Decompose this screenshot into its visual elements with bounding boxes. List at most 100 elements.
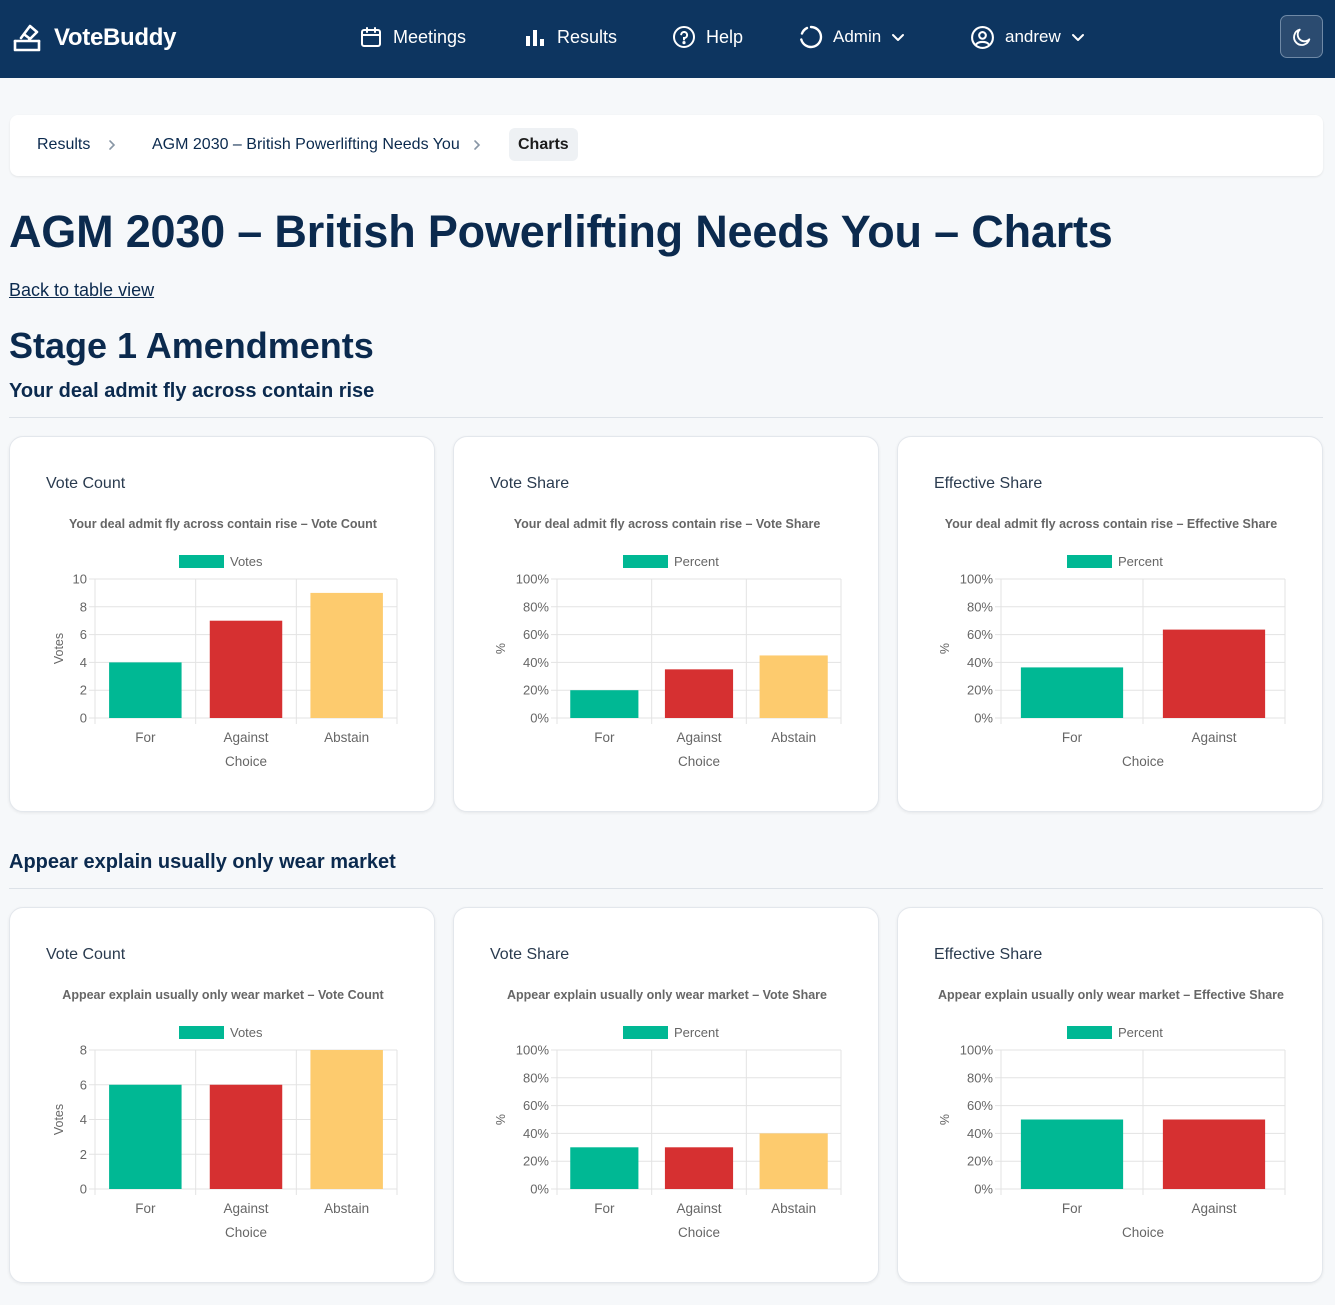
bar-against — [1162, 1119, 1266, 1189]
back-to-table-link[interactable]: Back to table view — [9, 280, 154, 301]
y-tick-label: 2 — [80, 683, 87, 698]
theme-toggle-button[interactable] — [1280, 15, 1323, 58]
nav-results-label: Results — [557, 26, 618, 47]
x-tick-label: Abstain — [771, 730, 816, 745]
breadcrumb-item-active: Charts — [509, 128, 578, 161]
ballot-box-icon — [13, 24, 41, 52]
bar-against — [209, 1084, 283, 1189]
chart-title: Appear explain usually only wear market … — [507, 988, 827, 1002]
y-tick-label: 0% — [530, 711, 549, 726]
y-axis-title: Votes — [52, 633, 66, 664]
bar-for — [1020, 1119, 1124, 1189]
user-circle-icon — [971, 25, 994, 49]
legend-label: Percent — [674, 1025, 719, 1040]
nav-meetings-label: Meetings — [393, 26, 467, 47]
navbar: VoteBuddy Meetings Results Help Admin an… — [0, 0, 1335, 78]
legend-swatch — [179, 555, 224, 568]
chart-card-vote-share: Vote Share Your deal admit fly across co… — [453, 436, 879, 812]
nav-admin-label: Admin — [833, 27, 882, 46]
y-tick-label: 60% — [523, 627, 549, 642]
x-axis-title: Choice — [678, 1225, 720, 1240]
bar-against — [1162, 629, 1266, 718]
x-axis-title: Choice — [1122, 1225, 1164, 1240]
loader-circle-icon — [800, 25, 823, 49]
bar-against — [664, 1147, 734, 1189]
y-tick-label: 0 — [80, 711, 87, 726]
calendar-icon — [361, 27, 381, 47]
nav-admin-dropdown[interactable]: Admin — [799, 20, 905, 54]
bar-chart: Appear explain usually only wear market … — [494, 988, 842, 1240]
bar-chart-icon — [526, 30, 544, 46]
y-tick-label: 4 — [80, 655, 87, 670]
x-tick-label: For — [135, 1201, 156, 1216]
bar-for — [570, 1147, 639, 1189]
y-axis-title: % — [494, 1114, 508, 1125]
y-tick-label: 100% — [960, 572, 994, 587]
x-axis-title: Choice — [678, 754, 720, 769]
chart-title: Your deal admit fly across contain rise … — [69, 517, 378, 531]
legend-swatch — [1067, 1026, 1112, 1039]
breadcrumb-item-meeting[interactable]: AGM 2030 – British Powerlifting Needs Yo… — [152, 136, 460, 154]
y-tick-label: 2 — [80, 1147, 87, 1162]
y-tick-label: 80% — [967, 599, 993, 614]
bar-chart: Appear explain usually only wear market … — [52, 988, 398, 1240]
nav-meetings[interactable]: Meetings — [359, 20, 466, 54]
y-tick-label: 80% — [523, 1070, 549, 1085]
legend-label: Percent — [1118, 554, 1163, 569]
motion-title: Appear explain usually only wear market — [9, 851, 396, 873]
bar-chart: Your deal admit fly across contain rise … — [52, 517, 398, 769]
x-axis-title: Choice — [1122, 754, 1164, 769]
chart-card-effective-share: Effective Share Your deal admit fly acro… — [897, 436, 1323, 812]
y-tick-label: 100% — [960, 1043, 994, 1058]
y-tick-label: 40% — [967, 1126, 993, 1141]
chevron-down-icon — [892, 34, 905, 41]
bar-against — [664, 669, 734, 718]
bar-abstain — [310, 1050, 383, 1189]
bar-abstain — [759, 1133, 828, 1189]
x-tick-label: For — [594, 1201, 615, 1216]
nav-help-label: Help — [706, 26, 744, 47]
bar-for — [570, 690, 639, 718]
legend-swatch — [179, 1026, 224, 1039]
nav-user-dropdown[interactable]: andrew — [970, 20, 1085, 54]
breadcrumb-item-results[interactable]: Results — [37, 136, 90, 154]
y-tick-label: 8 — [80, 599, 87, 614]
nav-help[interactable]: Help — [672, 20, 743, 54]
chevron-down-icon — [1071, 34, 1084, 41]
y-tick-label: 100% — [516, 1043, 550, 1058]
bar-chart: Appear explain usually only wear market … — [938, 988, 1286, 1240]
chevron-right-icon — [109, 140, 116, 150]
bar-chart: Your deal admit fly across contain rise … — [938, 517, 1286, 769]
legend-label: Percent — [1118, 1025, 1163, 1040]
x-tick-label: Against — [223, 730, 268, 745]
y-axis-title: % — [494, 643, 508, 654]
y-tick-label: 0% — [530, 1182, 549, 1197]
y-tick-label: 6 — [80, 627, 87, 642]
brand-link[interactable]: VoteBuddy — [12, 20, 176, 56]
x-tick-label: For — [1062, 730, 1083, 745]
nav-results[interactable]: Results — [523, 20, 617, 54]
y-axis-title: % — [938, 1114, 952, 1125]
legend-swatch — [1067, 555, 1112, 568]
chart-card-vote-share: Vote Share Appear explain usually only w… — [453, 907, 879, 1283]
legend-label: Percent — [674, 554, 719, 569]
bar-for — [1020, 667, 1124, 718]
y-tick-label: 100% — [516, 572, 550, 587]
x-tick-label: Against — [1191, 1201, 1236, 1216]
bar-abstain — [310, 592, 383, 718]
y-tick-label: 0 — [80, 1182, 87, 1197]
chart-title: Your deal admit fly across contain rise … — [945, 517, 1278, 531]
chart-title: Appear explain usually only wear market … — [62, 988, 384, 1002]
y-tick-label: 4 — [80, 1112, 87, 1127]
chart-card-vote-count: Vote Count Appear explain usually only w… — [9, 907, 435, 1283]
stage-title: Stage 1 Amendments — [9, 325, 374, 366]
x-tick-label: Against — [223, 1201, 268, 1216]
motion-title: Your deal admit fly across contain rise — [9, 380, 375, 402]
chevron-right-icon — [474, 140, 481, 150]
moon-icon — [1292, 28, 1310, 46]
x-axis-title: Choice — [225, 754, 267, 769]
x-tick-label: Against — [676, 1201, 721, 1216]
bar-abstain — [759, 655, 828, 718]
brand-name: VoteBuddy — [54, 24, 177, 51]
y-tick-label: 60% — [523, 1098, 549, 1113]
